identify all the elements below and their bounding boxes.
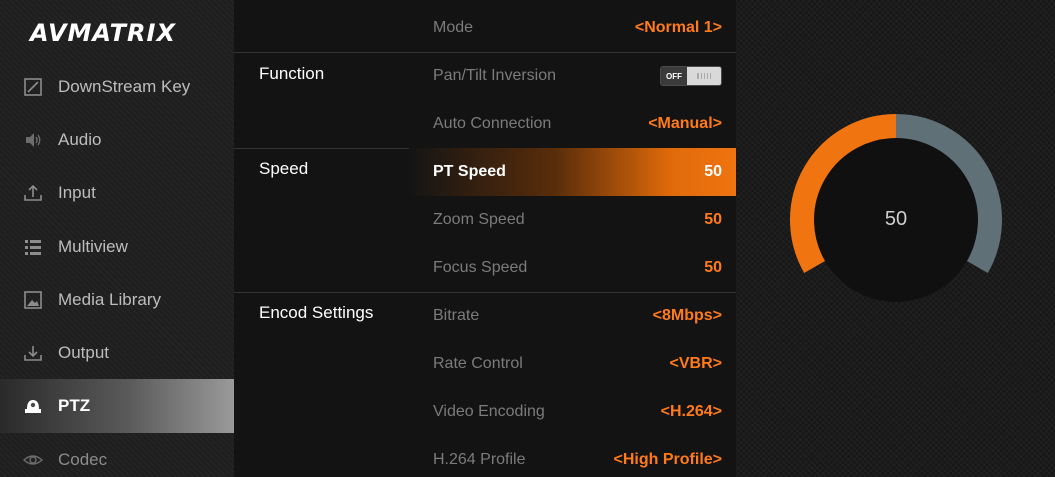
group-label-encod-settings: Encod Settings: [259, 303, 374, 322]
list-icon: [22, 236, 44, 258]
group-label-function: Function: [259, 64, 325, 83]
sidebar-item-label: DownStream Key: [58, 77, 191, 96]
setting-label: Mode: [433, 19, 474, 36]
avmatrix-logo: AVMATRIX: [30, 19, 176, 47]
sidebar-item-output[interactable]: Output: [0, 326, 234, 380]
camera-icon: [22, 395, 44, 417]
setting-label: PT Speed: [433, 163, 506, 180]
setting-value[interactable]: <High Profile>: [614, 451, 722, 469]
sidebar-item-downstream-key[interactable]: DownStream Key: [0, 60, 234, 114]
setting-value[interactable]: 50: [704, 163, 722, 181]
setting-row-focus-speed[interactable]: Focus Speed 50: [409, 244, 736, 292]
image-icon: [22, 289, 44, 311]
toggle-state-label: OFF: [661, 67, 687, 85]
setting-value[interactable]: <H.264>: [661, 403, 722, 421]
setting-value[interactable]: <VBR>: [670, 355, 722, 373]
setting-label: Pan/Tilt Inversion: [433, 67, 557, 84]
setting-row-video-encoding[interactable]: Video Encoding <H.264>: [409, 388, 736, 436]
toggle-knob: [687, 67, 721, 85]
setting-row-h264-profile[interactable]: H.264 Profile <High Profile>: [409, 436, 736, 477]
setting-value[interactable]: 50: [704, 259, 722, 277]
sidebar-item-label: Audio: [58, 130, 102, 149]
upload-icon: [22, 182, 44, 204]
ptz-settings-panel: Mode <Normal 1> Function Pan/Tilt Invers…: [234, 0, 736, 477]
setting-row-bitrate[interactable]: Bitrate <8Mbps>: [409, 292, 736, 340]
setting-value[interactable]: <8Mbps>: [653, 307, 722, 325]
group-label-speed: Speed: [259, 159, 309, 178]
setting-label: H.264 Profile: [433, 451, 526, 468]
sidebar: AVMATRIX DownStream Key Audio Input Mult…: [0, 0, 254, 477]
setting-row-auto-connection[interactable]: Auto Connection <Manual>: [409, 100, 736, 148]
setting-value[interactable]: <Manual>: [648, 115, 722, 133]
setting-label: Rate Control: [433, 355, 523, 372]
setting-value[interactable]: 50: [704, 211, 722, 229]
speed-dial-gauge[interactable]: 50: [790, 114, 1002, 304]
sidebar-item-audio[interactable]: Audio: [0, 113, 234, 167]
eye-icon: [22, 449, 44, 471]
ptz-settings-screen: AVMATRIX DownStream Key Audio Input Mult…: [0, 0, 1055, 477]
setting-label: Bitrate: [433, 307, 480, 324]
sidebar-item-multiview[interactable]: Multiview: [0, 220, 234, 274]
speaker-icon: [22, 129, 44, 151]
sidebar-item-media-library[interactable]: Media Library: [0, 273, 234, 327]
sidebar-item-codec[interactable]: Codec: [0, 433, 234, 477]
setting-row-mode[interactable]: Mode <Normal 1>: [409, 4, 736, 52]
sidebar-item-label: Output: [58, 343, 110, 362]
sidebar-item-label: Multiview: [58, 237, 128, 256]
setting-label: Zoom Speed: [433, 211, 525, 228]
setting-row-rate-control[interactable]: Rate Control <VBR>: [409, 340, 736, 388]
sidebar-item-label: Media Library: [58, 290, 161, 309]
sidebar-item-label: Input: [58, 183, 96, 202]
sidebar-item-input[interactable]: Input: [0, 166, 234, 220]
dial-value-label: 50: [884, 208, 908, 230]
download-icon: [22, 342, 44, 364]
downstream-key-icon: [22, 76, 44, 98]
setting-label: Video Encoding: [433, 403, 545, 420]
pan-tilt-inversion-toggle[interactable]: OFF: [660, 66, 722, 86]
setting-label: Focus Speed: [433, 259, 528, 276]
setting-row-pt-speed[interactable]: PT Speed 50: [409, 148, 736, 196]
setting-row-zoom-speed[interactable]: Zoom Speed 50: [409, 196, 736, 244]
setting-label: Auto Connection: [433, 115, 552, 132]
sidebar-item-ptz[interactable]: PTZ: [0, 379, 234, 433]
setting-value[interactable]: <Normal 1>: [635, 19, 722, 37]
sidebar-item-label: Codec: [58, 450, 108, 469]
setting-row-pan-tilt-inversion[interactable]: Pan/Tilt Inversion OFF: [409, 52, 736, 100]
sidebar-item-label: PTZ: [58, 396, 91, 415]
